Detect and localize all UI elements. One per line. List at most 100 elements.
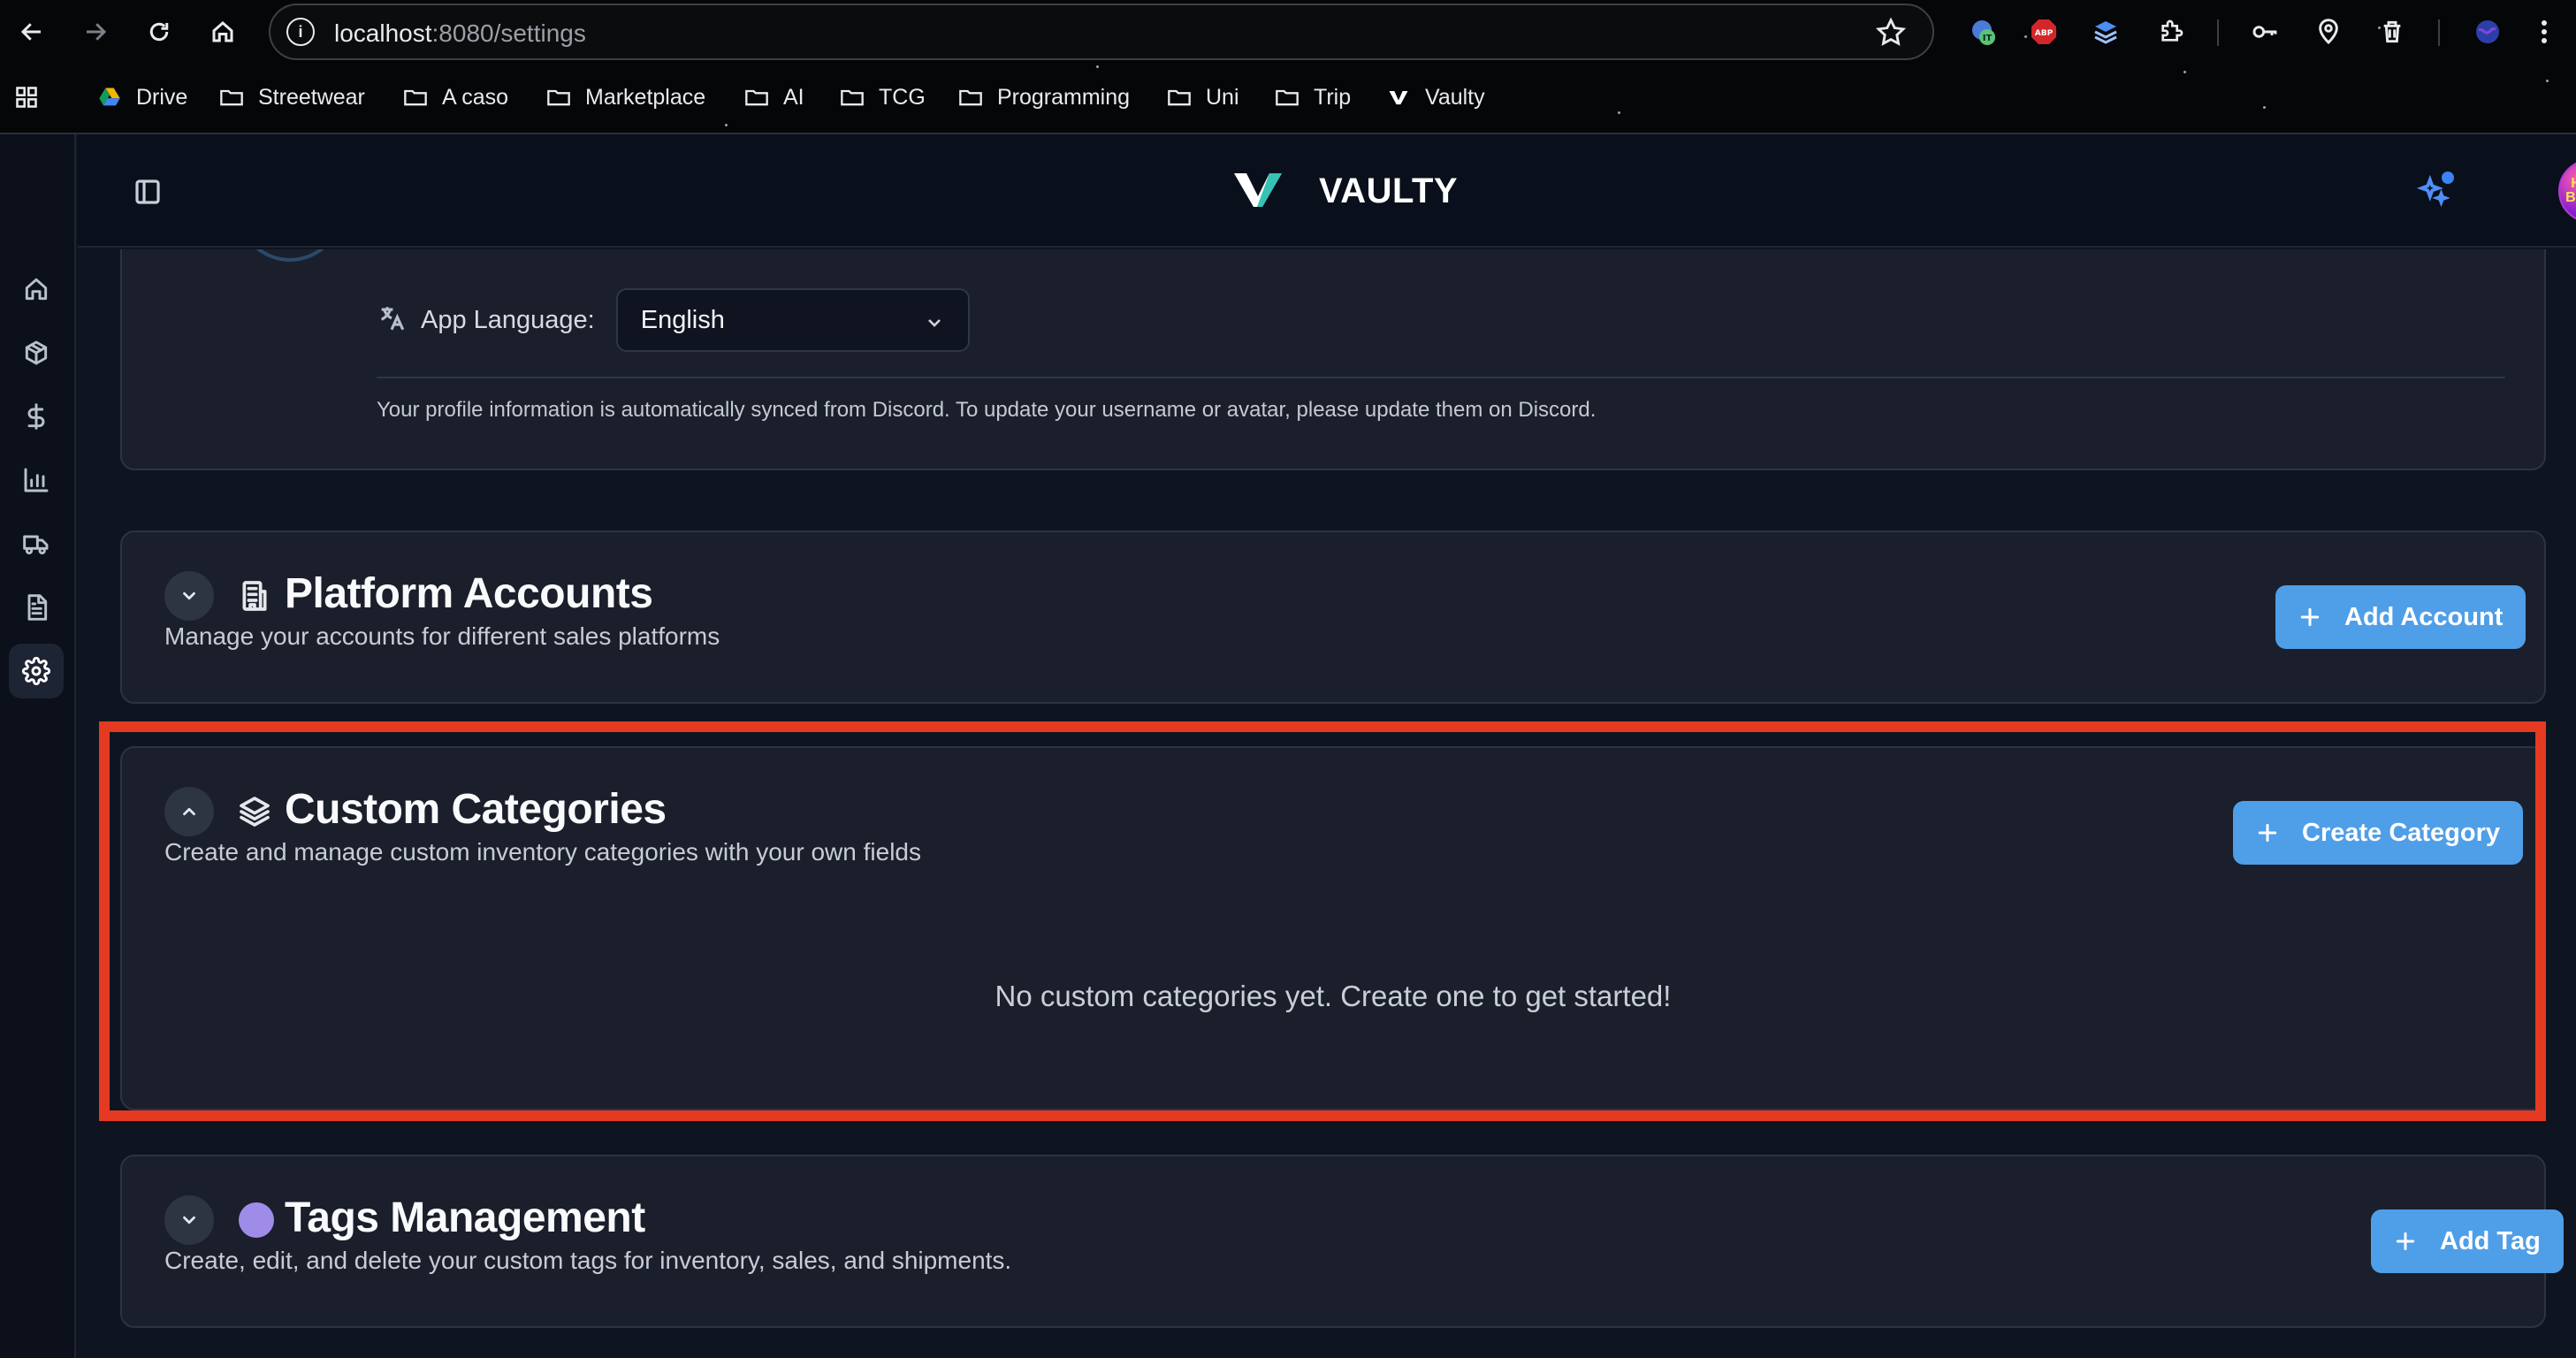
svg-text:ABP: ABP (2035, 29, 2054, 38)
vaulty-icon (1389, 91, 1408, 105)
back-button[interactable] (12, 12, 51, 51)
kebab-menu-icon[interactable] (2530, 12, 2558, 51)
svg-text:IT: IT (1983, 34, 1993, 43)
building-icon (235, 576, 274, 615)
bookmark-star-icon[interactable] (1874, 16, 1908, 50)
trash-icon[interactable] (2373, 12, 2412, 51)
bookmark-tcg[interactable]: TCG (838, 81, 926, 113)
sidebar-item-home[interactable] (9, 262, 64, 317)
plus-icon (2396, 1232, 2415, 1251)
bookmarks-bar: Drive Streetwear A caso Marketplace AI T… (0, 76, 2576, 118)
expand-platform-accounts-button[interactable] (164, 571, 214, 621)
extensions-puzzle-icon[interactable] (2152, 12, 2191, 51)
arrow-left-icon (20, 23, 41, 41)
brand[interactable]: VAULTY (1232, 164, 1458, 217)
folder-icon (1168, 89, 1191, 106)
browser-toolbar: i localhost:8080/settings IT ABP (0, 0, 2576, 64)
collapse-custom-categories-button[interactable] (164, 787, 214, 836)
empty-state-message: No custom categories yet. Create one to … (995, 980, 1672, 1012)
forward-button[interactable] (76, 12, 115, 51)
notification-dot (2442, 172, 2454, 184)
chevron-down-icon (183, 591, 195, 600)
plus-icon (2300, 607, 2320, 627)
reload-icon (149, 22, 169, 42)
section-description: Create, edit, and delete your custom tag… (164, 1247, 1012, 1274)
bookmark-streetwear[interactable]: Streetwear (217, 81, 365, 113)
browser-chrome: i localhost:8080/settings IT ABP Drive S… (0, 0, 2576, 134)
sidebar-item-inventory[interactable] (9, 325, 64, 380)
layers-icon (235, 792, 274, 831)
section-title: Tags Management (285, 1194, 645, 1241)
language-row: App Language: English (377, 288, 970, 352)
sidebar-toggle-button[interactable] (126, 170, 170, 214)
url-text[interactable]: localhost:8080/settings (334, 19, 586, 48)
translate-extension-icon[interactable]: IT (1964, 12, 2003, 51)
language-value: English (640, 305, 725, 334)
sidebar-item-analytics[interactable] (9, 453, 64, 507)
folder-icon (959, 89, 982, 106)
plus-icon (2258, 823, 2277, 843)
arrow-right-icon (87, 23, 107, 41)
sidebar-item-sales[interactable] (9, 389, 64, 444)
folder-icon (220, 89, 243, 106)
toolbar-divider-2 (2438, 19, 2440, 46)
panel-left-icon (135, 179, 160, 204)
bookmark-marketplace[interactable]: Marketplace (545, 81, 705, 113)
bookmark-trip[interactable]: Trip (1273, 81, 1351, 113)
tags-management-card: Tags Management Create, edit, and delete… (120, 1155, 2564, 1328)
chevron-up-icon (183, 807, 195, 816)
bookmark-ai[interactable]: AI (743, 81, 804, 113)
add-tag-button[interactable]: Add Tag (2371, 1209, 2564, 1273)
bookmark-drive[interactable]: Drive (95, 81, 187, 113)
vaulty-app: VAULTY HYPE BOTTO App Language: English (0, 134, 2576, 1358)
sidebar-item-settings[interactable] (9, 644, 64, 698)
add-account-button[interactable]: Add Account (2275, 585, 2526, 649)
drive-icon (99, 88, 120, 106)
section-description: Manage your accounts for different sales… (164, 622, 720, 650)
language-select[interactable]: English (615, 288, 970, 352)
bookmark-uni[interactable]: Uni (1165, 81, 1239, 113)
platform-accounts-card: Platform Accounts Manage your accounts f… (120, 530, 2546, 704)
home-icon (25, 278, 48, 301)
dollar-icon (27, 403, 45, 430)
section-description: Create and manage custom inventory categ… (164, 838, 921, 866)
ai-assistant-button[interactable] (2408, 166, 2458, 216)
user-avatar[interactable]: HYPE BOTTO (2558, 159, 2576, 223)
document-icon (27, 594, 48, 621)
profile-avatar (237, 249, 343, 262)
package-icon (25, 340, 48, 365)
tag-color-dot-icon (239, 1202, 274, 1238)
create-category-button[interactable]: Create Category (2233, 801, 2524, 865)
reload-button[interactable] (140, 12, 179, 51)
gear-icon (22, 657, 50, 685)
adblock-extension-icon[interactable]: ABP (2024, 12, 2063, 51)
location-pin-icon[interactable] (2309, 12, 2348, 51)
divider (377, 377, 2505, 378)
password-key-icon[interactable] (2245, 12, 2284, 51)
translate-icon (377, 303, 407, 338)
bookmark-vaulty[interactable]: Vaulty (1384, 81, 1485, 113)
custom-categories-card: Custom Categories Create and manage cust… (120, 746, 2546, 1110)
bookmark-programming[interactable]: Programming (956, 81, 1130, 113)
sidebar-item-shipments[interactable] (9, 516, 64, 571)
folder-icon (841, 89, 864, 106)
folder-icon (547, 89, 570, 106)
profile-card: App Language: English Your profile infor… (120, 249, 2546, 470)
folder-icon (1276, 89, 1299, 106)
site-info-icon[interactable]: i (286, 18, 315, 46)
address-bar[interactable]: i localhost:8080/settings (269, 4, 1934, 60)
section-title: Platform Accounts (285, 570, 653, 617)
vaulty-logo-icon (1232, 170, 1284, 213)
profile-globe-icon[interactable] (2468, 12, 2507, 51)
section-title: Custom Categories (285, 786, 667, 833)
home-icon (212, 21, 233, 42)
sidebar-item-reports[interactable] (9, 580, 64, 635)
apps-grid-icon[interactable] (12, 81, 41, 113)
stack-extension-icon[interactable] (2086, 12, 2125, 51)
home-button[interactable] (203, 12, 242, 51)
bookmark-a-caso[interactable]: A caso (401, 81, 508, 113)
chevron-down-icon (183, 1216, 195, 1224)
expand-tags-management-button[interactable] (164, 1195, 214, 1245)
brand-name: VAULTY (1319, 171, 1459, 210)
toolbar-divider (2217, 19, 2219, 46)
